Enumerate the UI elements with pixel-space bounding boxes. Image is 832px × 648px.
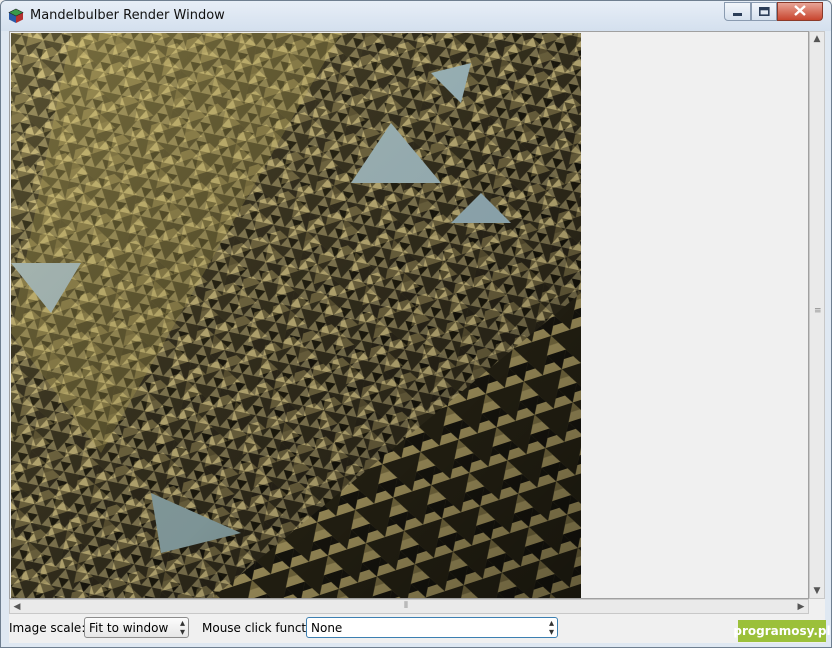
- scroll-down-arrow-icon[interactable]: ▼: [810, 584, 824, 598]
- spin-arrows-icon: ▴ ▾: [548, 618, 554, 638]
- mandelbulber-cube-icon[interactable]: [8, 8, 24, 24]
- close-button[interactable]: [777, 2, 823, 21]
- scroll-left-arrow-icon[interactable]: ◀: [10, 600, 24, 614]
- image-scale-label: Image scale:: [9, 621, 86, 635]
- client-area: ▲ ≡ ▼ ◀ ⦀ ▶ Image scale: Fit to window ▴…: [9, 31, 825, 643]
- fractal-image[interactable]: [11, 33, 581, 598]
- maximize-button[interactable]: [751, 2, 777, 21]
- title-bar[interactable]: Mandelbulber Render Window: [1, 1, 831, 31]
- maximize-icon: [758, 5, 770, 19]
- bottom-toolbar: Image scale: Fit to window ▴ ▾ Mouse clic…: [9, 615, 825, 641]
- image-scale-value: Fit to window: [89, 621, 169, 635]
- render-area[interactable]: [9, 31, 809, 599]
- window-title: Mandelbulber Render Window: [30, 8, 225, 23]
- watermark-logo: programosy.pl: [733, 620, 831, 642]
- image-scale-select[interactable]: Fit to window ▴ ▾: [84, 617, 189, 638]
- mouse-click-function-value: None: [311, 621, 343, 635]
- minimize-button[interactable]: [724, 2, 751, 21]
- scroll-grip-icon: ⦀: [404, 601, 408, 611]
- spin-arrows-icon: ▴ ▾: [179, 618, 185, 638]
- close-icon: [794, 4, 806, 19]
- vertical-scrollbar[interactable]: ▲ ≡ ▼: [809, 31, 825, 599]
- minimize-icon: [732, 5, 743, 19]
- scroll-grip-icon: ≡: [814, 306, 822, 316]
- scroll-right-arrow-icon[interactable]: ▶: [794, 600, 808, 614]
- sierpinski-fractal-render: [11, 33, 581, 598]
- horizontal-scrollbar[interactable]: ◀ ⦀ ▶: [9, 599, 809, 614]
- scroll-up-arrow-icon[interactable]: ▲: [810, 32, 824, 46]
- mouse-click-function-select[interactable]: None ▴ ▾: [306, 617, 558, 638]
- render-window: Mandelbulber Render Window ▲ ≡ ▼ ◀ ⦀ ▶ I…: [0, 0, 832, 648]
